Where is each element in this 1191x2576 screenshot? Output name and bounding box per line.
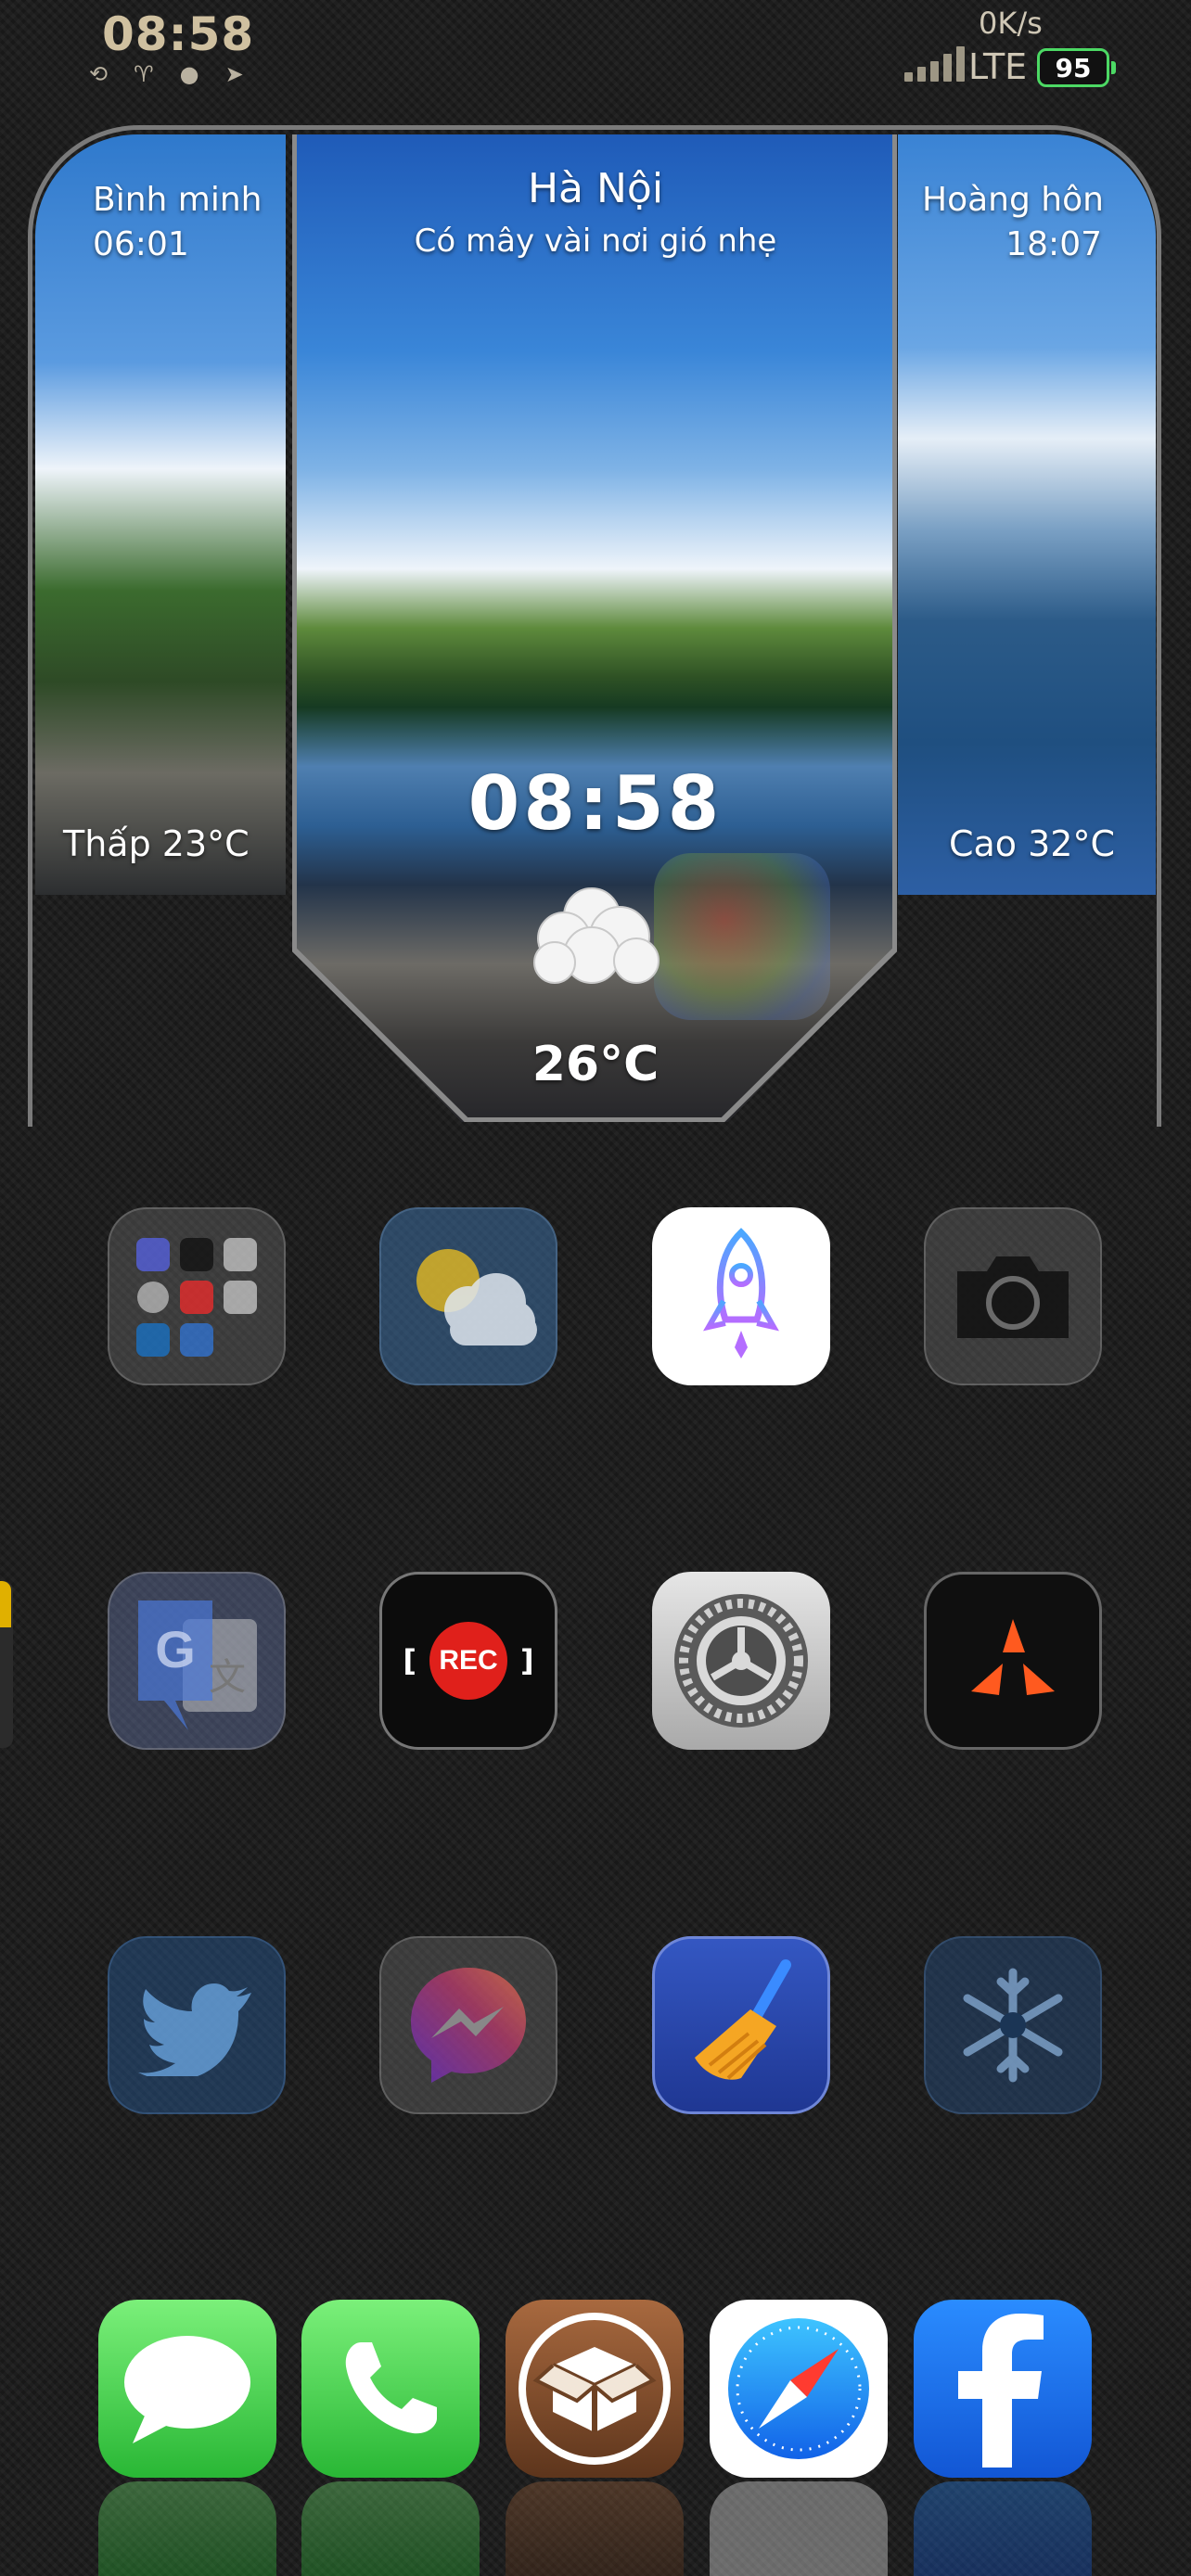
dock-messages-app[interactable] [98,2300,276,2478]
shadowrocket-app[interactable] [652,1207,830,1385]
svg-text:G: G [155,1620,196,1678]
battery-level: 95 [1055,52,1092,83]
rotation-lock-icon: ⟲ [89,61,109,87]
dock-reflection [98,2481,276,2576]
rec-label: REC [429,1622,507,1700]
sunset-label: Hoàng hôn [922,181,1104,219]
location-icon: ➤ [224,61,244,87]
battery-indicator: 95 [1037,48,1116,87]
airpods-icon: ♈ [134,61,154,87]
cleaner-app[interactable] [652,1936,830,2114]
dock-phone-app[interactable] [301,2300,480,2478]
dock-cydia-app[interactable] [506,2300,684,2478]
weather-icon [416,1249,537,1345]
facebook-icon [958,2314,1044,2468]
dock-reflection [301,2481,480,2576]
twitter-app[interactable] [108,1936,286,2114]
photos-icon [654,853,830,1020]
cloud-icon [533,887,660,984]
side-widget-peek[interactable] [0,1581,13,1748]
pdf-app[interactable] [924,1572,1102,1750]
camera-icon [957,1256,1069,1338]
moon-icon: ● [179,61,199,87]
messenger-icon [411,1968,526,2083]
dock-reflection [506,2481,684,2576]
sunset-time: 18:07 [1005,225,1102,263]
settings-gear-icon [674,1594,808,1728]
rocket-icon [703,1228,779,1358]
current-temperature: 26°C [531,1037,660,1092]
camera-app[interactable] [924,1207,1102,1385]
messages-icon [124,2336,250,2443]
status-time: 08:58 [102,7,255,61]
twitter-bird-icon [138,1983,251,2076]
messenger-app[interactable] [379,1936,557,2114]
folder-icon [136,1238,257,1357]
network-speed: 0K/s [979,6,1043,41]
dock-safari-app[interactable] [710,2300,888,2478]
snowflake-icon [963,1968,1063,2083]
weather-app[interactable] [379,1207,557,1385]
dock-reflection [914,2481,1092,2576]
screen-recorder-icon: [ REC ] [403,1622,534,1700]
network-type: LTE [968,46,1028,87]
snowflake-app[interactable] [924,1936,1102,2114]
translate-icon: G 文 [138,1600,257,1730]
app-folder[interactable] [108,1207,286,1385]
cydia-icon [519,2313,671,2465]
google-translate-app[interactable]: G 文 [108,1572,286,1750]
screen-recorder-app[interactable]: [ REC ] [379,1572,557,1750]
safari-compass-icon [728,2318,869,2459]
broom-icon [695,1959,791,2080]
svg-text:文: 文 [209,1656,246,1699]
signal-bars-icon [904,45,965,82]
status-indicators: ⟲ ♈ ● ➤ [89,61,244,87]
dock-facebook-app[interactable] [914,2300,1092,2478]
settings-app[interactable] [652,1572,830,1750]
phone-icon [345,2342,437,2434]
dock-reflection [710,2481,888,2576]
pdf-icon [971,1619,1055,1695]
widget-clock: 08:58 [467,760,724,847]
